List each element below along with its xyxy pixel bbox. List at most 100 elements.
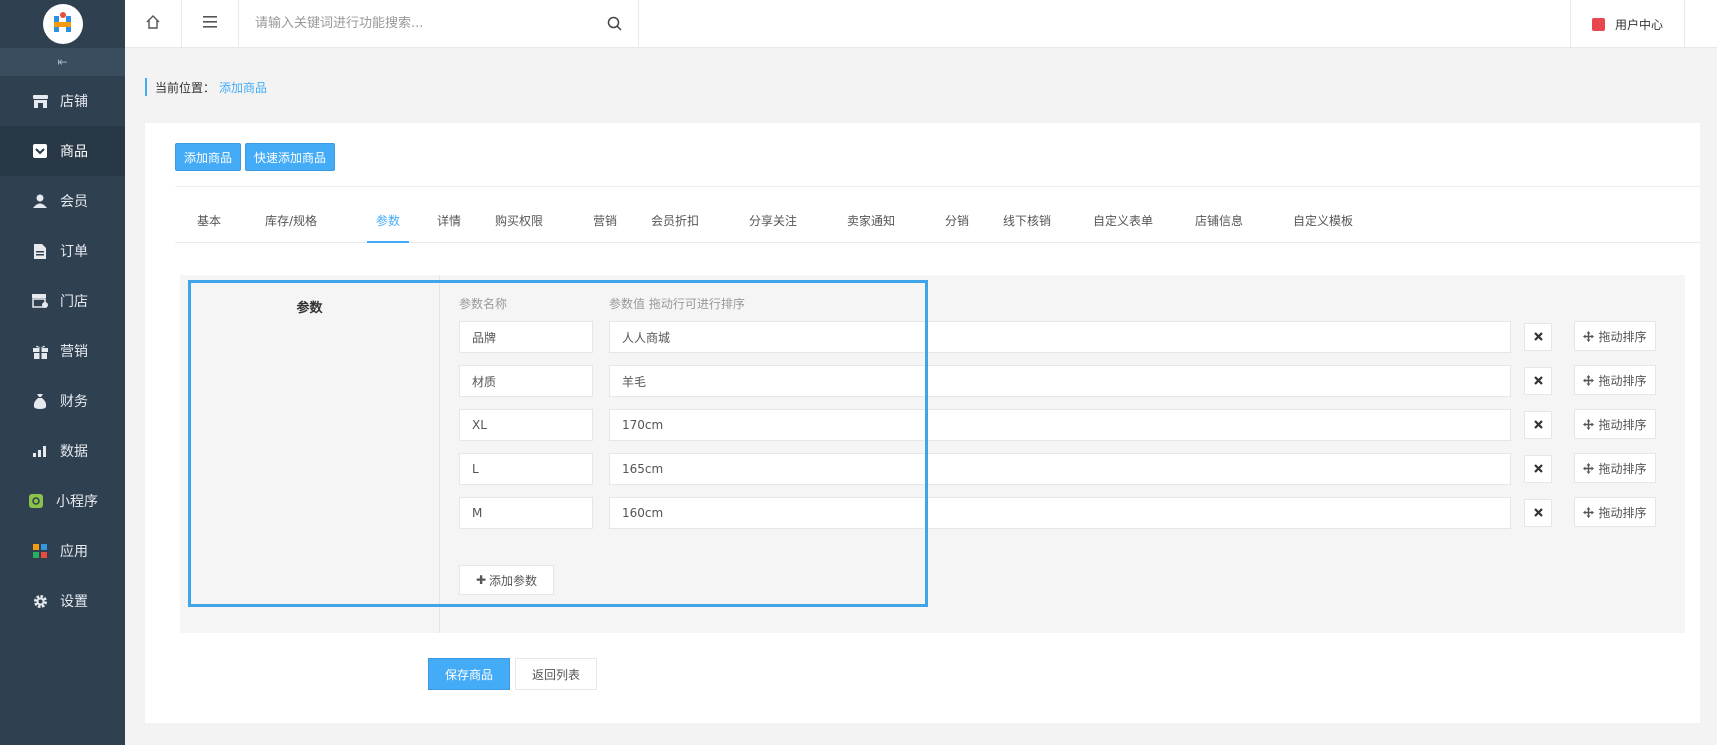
sidebar-item-finance[interactable]: 财务	[0, 376, 125, 426]
param-row[interactable]: 品牌 人人商城 拖动排序	[180, 321, 1685, 353]
drag-sort-label: 拖动排序	[1598, 461, 1647, 476]
bar-chart-icon	[32, 443, 48, 459]
tab-custom-form[interactable]: 自定义表单	[1093, 206, 1153, 243]
miniapp-icon	[28, 493, 44, 509]
tab-store-info[interactable]: 店铺信息	[1195, 206, 1243, 243]
sidebar-item-store[interactable]: 门店	[0, 276, 125, 326]
app-logo[interactable]	[42, 4, 83, 44]
tab-distribution[interactable]: 分销	[945, 206, 969, 243]
delete-param-button[interactable]	[1524, 499, 1552, 527]
tab-params[interactable]: 参数	[367, 206, 409, 243]
move-icon	[1583, 506, 1595, 518]
param-name-input[interactable]: 材质	[459, 365, 593, 397]
drag-sort-button[interactable]: 拖动排序	[1574, 321, 1656, 351]
breadcrumb-current[interactable]: 添加商品	[219, 79, 267, 96]
sidebar-item-shop[interactable]: 店铺	[0, 76, 125, 126]
sidebar-item-label: 数据	[60, 444, 88, 460]
param-name-input[interactable]: 品牌	[459, 321, 593, 353]
tab-member-discount[interactable]: 会员折扣	[651, 206, 699, 243]
param-row[interactable]: M 160cm 拖动排序	[180, 497, 1685, 529]
money-bag-icon	[32, 393, 48, 409]
param-value-input[interactable]: 170cm	[609, 409, 1511, 441]
home-button[interactable]	[125, 0, 182, 48]
search-icon[interactable]	[607, 16, 622, 35]
tab-seller-notify[interactable]: 卖家通知	[847, 206, 895, 243]
drag-sort-label: 拖动排序	[1598, 417, 1647, 432]
add-param-label: 添加参数	[489, 573, 538, 588]
breadcrumb-label: 当前位置：	[155, 80, 216, 95]
delete-param-button[interactable]	[1524, 323, 1552, 351]
search-input[interactable]	[255, 16, 595, 31]
delete-param-button[interactable]	[1524, 455, 1552, 483]
param-value-input[interactable]: 160cm	[609, 497, 1511, 529]
param-row[interactable]: 材质 羊毛 拖动排序	[180, 365, 1685, 397]
sidebar-item-label: 小程序	[56, 494, 98, 510]
sidebar-item-label: 设置	[60, 594, 88, 610]
delete-param-button[interactable]	[1524, 367, 1552, 395]
sidebar: ⇤ 店铺 商品 会员 订单 门店 营销 财务 数据 小程序 应用 设置	[0, 0, 125, 745]
sidebar-collapse-button[interactable]: ⇤	[0, 48, 125, 76]
sidebar-item-label: 财务	[60, 394, 88, 410]
tab-custom-template[interactable]: 自定义模板	[1293, 206, 1353, 243]
tab-purchase-permission[interactable]: 购买权限	[495, 206, 543, 243]
sidebar-item-member[interactable]: 会员	[0, 176, 125, 226]
param-value-input[interactable]: 165cm	[609, 453, 1511, 485]
add-goods-label: 添加商品	[184, 150, 233, 165]
param-value-input[interactable]: 羊毛	[609, 365, 1511, 397]
move-icon	[1583, 330, 1595, 342]
plus-icon: ✚	[475, 573, 487, 587]
sidebar-item-label: 商品	[60, 144, 88, 160]
sidebar-item-order[interactable]: 订单	[0, 226, 125, 276]
menu-toggle-button[interactable]	[182, 0, 239, 48]
add-goods-button[interactable]: 添加商品	[175, 143, 241, 171]
sidebar-item-settings[interactable]: 设置	[0, 576, 125, 626]
param-name-input[interactable]: M	[459, 497, 593, 529]
move-icon	[1583, 374, 1595, 386]
sidebar-item-miniapp[interactable]: 小程序	[0, 476, 125, 526]
param-name-input[interactable]: XL	[459, 409, 593, 441]
sidebar-item-goods[interactable]: 商品	[0, 126, 125, 176]
param-value-input[interactable]: 人人商城	[609, 321, 1511, 353]
goods-icon	[32, 143, 48, 159]
add-param-button[interactable]: ✚ 添加参数	[459, 565, 554, 595]
apps-grid-icon	[32, 543, 48, 559]
tab-offline-verify[interactable]: 线下核销	[1003, 206, 1051, 243]
gear-icon	[32, 593, 48, 609]
param-row[interactable]: L 165cm 拖动排序	[180, 453, 1685, 485]
tab-detail[interactable]: 详情	[437, 206, 461, 243]
drag-sort-label: 拖动排序	[1598, 329, 1647, 344]
shop-icon	[32, 93, 48, 109]
drag-sort-button[interactable]: 拖动排序	[1574, 365, 1656, 395]
sidebar-item-marketing[interactable]: 营销	[0, 326, 125, 376]
move-icon	[1583, 418, 1595, 430]
drag-sort-button[interactable]: 拖动排序	[1574, 497, 1656, 527]
delete-param-button[interactable]	[1524, 411, 1552, 439]
quick-add-goods-button[interactable]: 快速添加商品	[245, 143, 335, 171]
params-section: 参数 参数名称 参数值 拖动行可进行排序 品牌 人人商城 拖动排序 材质 羊毛 …	[180, 275, 1685, 633]
back-to-list-button[interactable]: 返回列表	[515, 658, 597, 690]
drag-sort-label: 拖动排序	[1598, 373, 1647, 388]
move-icon	[1583, 462, 1595, 474]
param-name-input[interactable]: L	[459, 453, 593, 485]
tab-share-follow[interactable]: 分享关注	[749, 206, 797, 243]
main-panel: 添加商品 快速添加商品 基本 库存/规格 参数 详情 购买权限 营销 会员折扣 …	[145, 123, 1700, 723]
order-icon	[32, 243, 48, 259]
topbar: 用户中心	[125, 0, 1717, 48]
tab-marketing[interactable]: 营销	[593, 206, 617, 243]
drag-sort-button[interactable]: 拖动排序	[1574, 409, 1656, 439]
shopping-bag-icon	[1591, 17, 1605, 31]
user-center-button[interactable]: 用户中心	[1570, 0, 1685, 48]
save-goods-button[interactable]: 保存商品	[428, 658, 510, 690]
sidebar-item-apps[interactable]: 应用	[0, 526, 125, 576]
sidebar-nav: 店铺 商品 会员 订单 门店 营销 财务 数据 小程序 应用 设置	[0, 76, 125, 626]
store-icon	[32, 293, 48, 309]
param-row[interactable]: XL 170cm 拖动排序	[180, 409, 1685, 441]
sidebar-item-label: 店铺	[60, 94, 88, 110]
goods-tabs: 基本 库存/规格 参数 详情 购买权限 营销 会员折扣 分享关注 卖家通知 分销…	[175, 206, 1700, 243]
drag-sort-label: 拖动排序	[1598, 505, 1647, 520]
menu-icon	[203, 15, 217, 32]
tab-stock-spec[interactable]: 库存/规格	[265, 206, 317, 243]
sidebar-item-data[interactable]: 数据	[0, 426, 125, 476]
tab-basic[interactable]: 基本	[197, 206, 221, 243]
drag-sort-button[interactable]: 拖动排序	[1574, 453, 1656, 483]
